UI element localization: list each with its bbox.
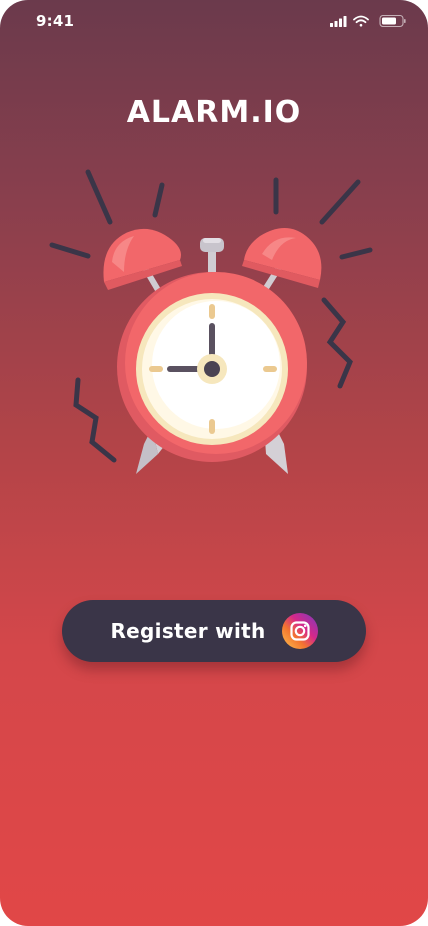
status-icons	[330, 14, 406, 28]
battery-icon	[379, 14, 406, 28]
signal-icon	[330, 16, 347, 27]
app-screen: 9:41 ALARM.IO Register with	[0, 0, 428, 926]
app-title: ALARM.IO	[126, 95, 302, 130]
status-time: 9:41	[36, 12, 75, 30]
alarm-clock-icon	[49, 169, 373, 474]
wifi-icon	[353, 15, 369, 27]
instagram-icon	[281, 613, 318, 649]
status-bar: 9:41	[0, 0, 428, 44]
register-label: Register with	[110, 619, 266, 643]
left-bell	[103, 228, 182, 290]
register-instagram-button[interactable]: Register with	[62, 600, 366, 662]
right-bell	[242, 228, 322, 288]
clock-top-knob	[200, 238, 224, 276]
